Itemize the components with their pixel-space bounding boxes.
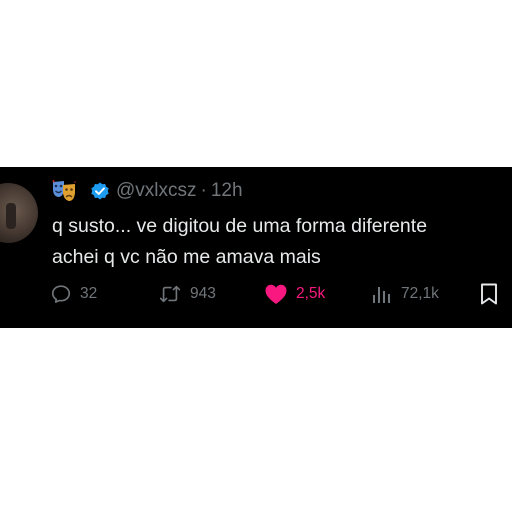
reply-icon	[51, 285, 71, 303]
performing-arts-masks-icon	[52, 180, 76, 202]
bookmark-button[interactable]	[478, 279, 500, 309]
views-count: 72,1k	[401, 285, 439, 302]
tweet-text-line: achei q vc não me amava mais	[52, 246, 321, 268]
tweet-text-line: q susto... ve digitou de uma forma difer…	[52, 215, 428, 237]
like-button[interactable]: 2,5k	[264, 279, 325, 309]
separator-dot: ·	[200, 180, 207, 201]
retweet-button[interactable]: 943	[158, 279, 216, 309]
reply-button[interactable]: 32	[50, 279, 97, 309]
avatar-figure	[6, 203, 16, 229]
tweet-card[interactable]: @vxlxcsz · 12h q susto... ve digitou de …	[0, 167, 512, 328]
retweet-count: 943	[190, 285, 216, 302]
tweet-header: @vxlxcsz · 12h	[52, 179, 243, 203]
retweet-icon	[159, 285, 181, 303]
verified-badge-icon	[90, 181, 110, 201]
tweet-text: q susto... ve digitou de uma forma difer…	[52, 211, 507, 273]
heart-icon	[265, 284, 287, 304]
reply-count: 32	[80, 285, 98, 302]
like-count: 2,5k	[296, 285, 326, 302]
avatar[interactable]	[0, 183, 38, 243]
views-icon	[373, 287, 390, 303]
views-button[interactable]: 72,1k	[371, 279, 439, 309]
bookmark-icon	[481, 283, 497, 305]
author-handle[interactable]: @vxlxcsz	[116, 180, 197, 202]
tweet-actions: 32 943 2,5k 72,1k	[0, 279, 512, 309]
tweet-timestamp[interactable]: 12h	[211, 180, 243, 202]
